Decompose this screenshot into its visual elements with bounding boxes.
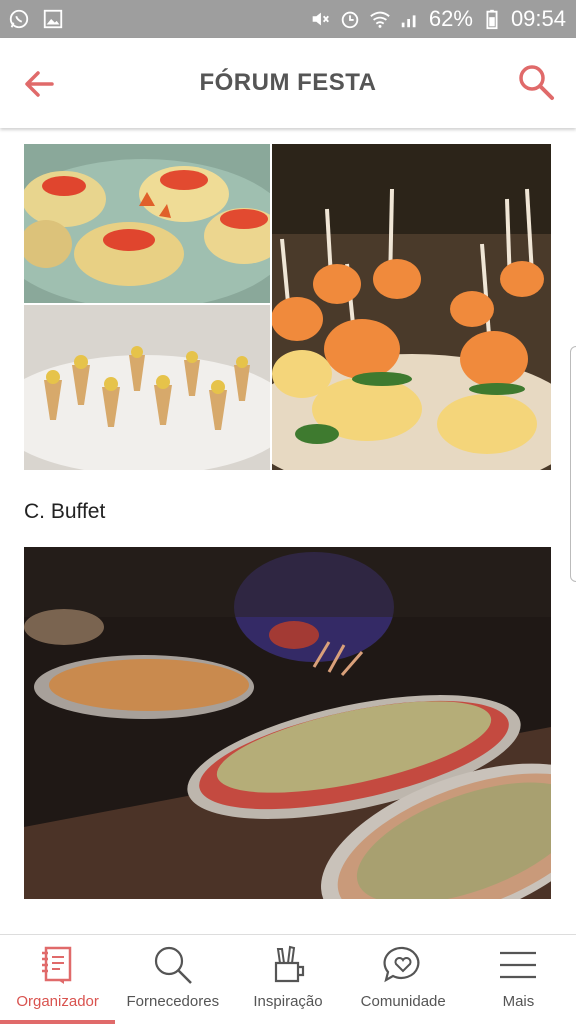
image-icon [42,8,64,30]
nav-label-inspiracao: Inspiração [253,993,323,1010]
nav-item-mais[interactable]: Mais [461,935,576,1024]
cone-appetizers-photo[interactable] [24,305,270,470]
nav-item-inspiracao[interactable]: Inspiração [230,935,345,1024]
arrow-left-icon [25,71,54,97]
search-icon [519,65,554,100]
nav-label-organizador: Organizador [16,993,99,1010]
canape-photo[interactable] [24,144,270,303]
alarm-icon [339,8,361,30]
whatsapp-icon [8,8,30,30]
post-content: C. Buffet [0,128,576,934]
nav-item-comunidade[interactable]: Comunidade [346,935,461,1024]
heart-chat-icon [383,946,420,983]
post-caption: C. Buffet [24,500,106,523]
nav-label-fornecedores: Fornecedores [126,993,220,1010]
wifi-icon [369,8,391,30]
scroll-indicator [570,346,576,582]
bottom-navigation: Organizador Fornecedores Inspiração Comu… [0,934,576,1024]
status-bar: 62% 09:54 [0,0,576,38]
buffet-photo[interactable] [24,547,551,899]
notebook-icon [41,946,71,984]
battery-percent: 62% [428,6,473,31]
search-button[interactable] [516,62,556,102]
mute-icon [309,8,331,30]
shrimp-skewers-photo[interactable] [272,144,551,470]
nav-label-mais: Mais [502,993,535,1010]
search-icon [154,946,192,984]
menu-icon [500,951,537,979]
nav-label-comunidade: Comunidade [360,993,446,1010]
nav-item-organizador[interactable]: Organizador [0,935,116,1024]
battery-icon [481,8,503,30]
back-button[interactable] [20,64,60,104]
pencil-cup-icon [274,945,305,983]
food-photo-collage[interactable] [24,144,551,470]
signal-icon [399,8,421,30]
nav-item-fornecedores[interactable]: Fornecedores [115,935,230,1024]
page-title: FÓRUM FESTA [199,69,377,96]
app-bar: FÓRUM FESTA [0,38,576,128]
clock: 09:54 [510,6,566,31]
